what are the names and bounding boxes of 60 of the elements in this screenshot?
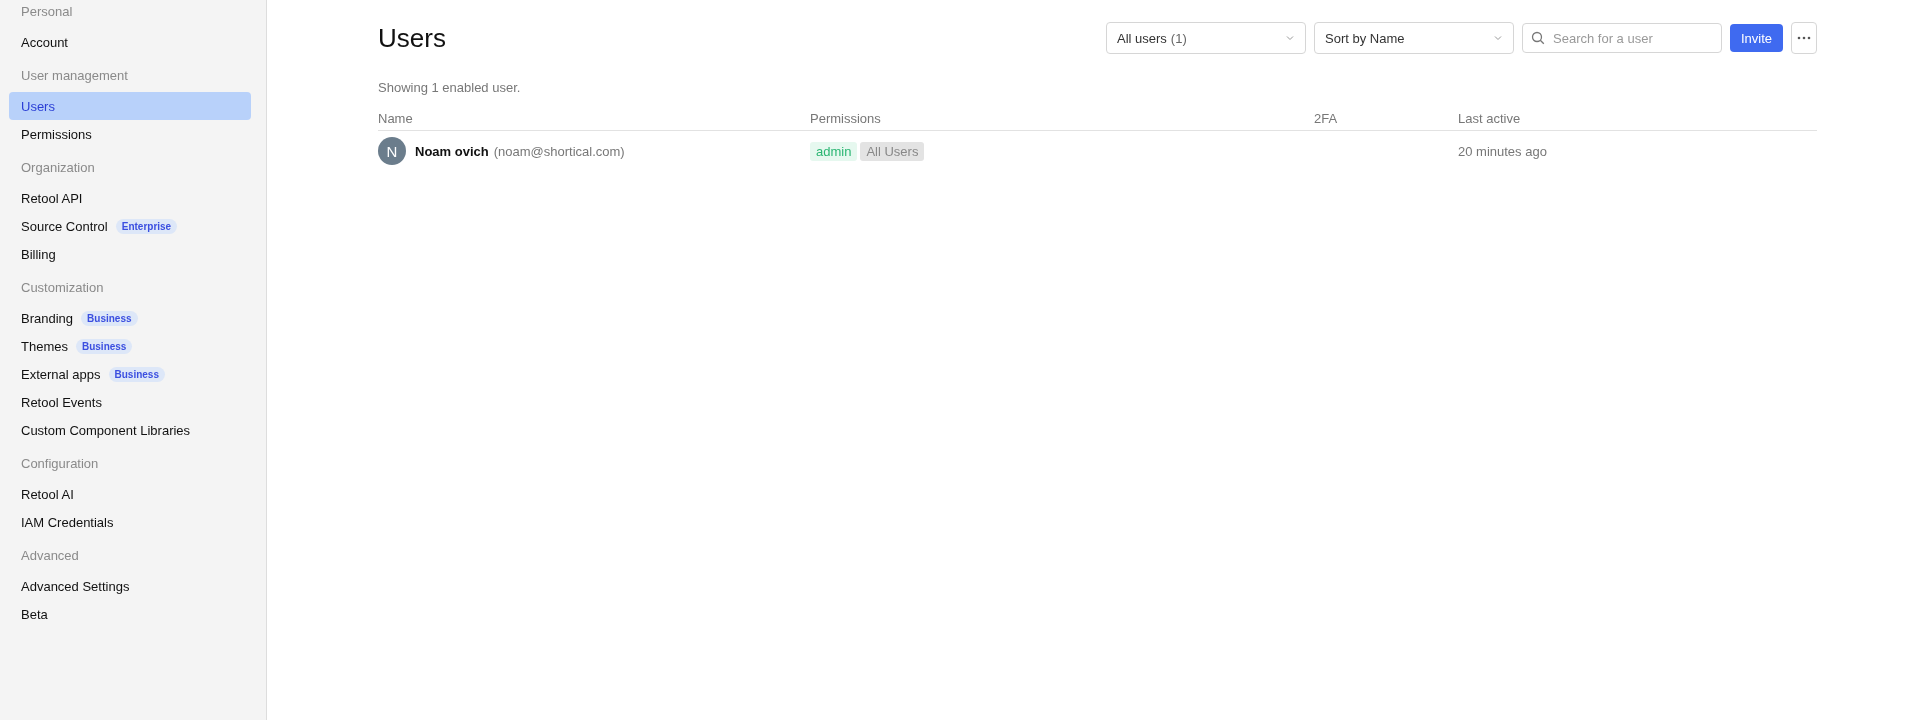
sidebar-item[interactable]: Source Control Enterprise bbox=[9, 212, 251, 240]
item-label: Retool Events bbox=[21, 394, 102, 410]
sidebar-item[interactable]: Users bbox=[9, 92, 251, 120]
plan-badge: Business bbox=[81, 310, 138, 326]
invite-button[interactable]: Invite bbox=[1730, 24, 1783, 52]
sidebar-item[interactable]: Themes Business bbox=[9, 332, 251, 360]
sidebar-item[interactable]: Advanced Settings bbox=[9, 572, 251, 600]
search-field[interactable]: Search for a user bbox=[1522, 23, 1722, 53]
sidebar-item[interactable]: Beta bbox=[9, 600, 251, 628]
chevron-icon bbox=[1285, 35, 1295, 41]
sort-dropdown[interactable]: Sort by Name bbox=[1314, 22, 1514, 54]
item-label: Custom Component Libraries bbox=[21, 422, 191, 438]
item-label: IAM Credentials bbox=[21, 514, 114, 530]
user-name: Noam ovich bbox=[415, 143, 489, 159]
item-label: Retool API bbox=[21, 190, 83, 206]
section-heading: User management bbox=[20, 67, 129, 85]
section-heading: Customization bbox=[20, 279, 105, 297]
more-icon bbox=[1797, 36, 1811, 40]
sidebar-item[interactable]: External apps Business bbox=[9, 360, 251, 388]
sidebar-item[interactable]: Permissions bbox=[9, 120, 251, 148]
plan-badge: Enterprise bbox=[115, 218, 178, 234]
item-label: Source Control bbox=[21, 218, 108, 234]
sidebar-item[interactable]: Billing bbox=[9, 240, 251, 268]
plan-badge: Business bbox=[75, 338, 133, 354]
sidebar-item[interactable]: Retool API bbox=[9, 184, 251, 212]
column-header: Permissions bbox=[810, 111, 881, 126]
column-header: 2FA bbox=[1314, 111, 1338, 126]
section-heading: Organization bbox=[20, 159, 96, 177]
page-title: Users bbox=[378, 22, 446, 54]
last-active-text: 20 minutes ago bbox=[1458, 143, 1547, 159]
item-label: Permissions bbox=[21, 126, 92, 142]
avatar: N bbox=[378, 137, 406, 165]
sidebar-item[interactable]: IAM Credentials bbox=[9, 508, 251, 536]
more-button[interactable] bbox=[1791, 22, 1817, 54]
section-heading: Advanced bbox=[20, 547, 80, 565]
section-heading: Personal bbox=[20, 3, 74, 21]
sidebar-item[interactable]: Custom Component Libraries bbox=[9, 416, 251, 444]
column-header: Last active bbox=[1458, 111, 1521, 126]
item-label: Billing bbox=[21, 246, 56, 262]
summary-text: Showing 1 enabled user. bbox=[378, 80, 522, 95]
sidebar-item[interactable]: Account bbox=[9, 28, 251, 56]
item-label: Beta bbox=[21, 606, 48, 622]
section-heading: Configuration bbox=[20, 455, 100, 473]
plan-badge: Business bbox=[108, 366, 165, 382]
column-header: Name bbox=[378, 111, 413, 126]
user-email: (noam@shortical.com) bbox=[493, 143, 625, 159]
item-label: Users bbox=[21, 98, 55, 114]
item-label: Account bbox=[21, 34, 68, 50]
item-label: Advanced Settings bbox=[21, 578, 130, 594]
permission-tag: All Users bbox=[860, 141, 925, 161]
filter-dropdown[interactable]: All users (1) bbox=[1106, 22, 1306, 54]
item-label: External apps bbox=[21, 366, 101, 382]
sidebar-item[interactable]: Retool AI bbox=[9, 480, 251, 508]
chevron-icon bbox=[1493, 35, 1503, 41]
item-label: Branding bbox=[21, 310, 74, 326]
sidebar-item[interactable]: Retool Events bbox=[9, 388, 251, 416]
permission-tag: admin bbox=[810, 141, 858, 161]
sidebar-item[interactable]: Branding Business bbox=[9, 304, 251, 332]
item-label: Retool AI bbox=[21, 486, 74, 502]
item-label: Themes bbox=[21, 338, 68, 354]
